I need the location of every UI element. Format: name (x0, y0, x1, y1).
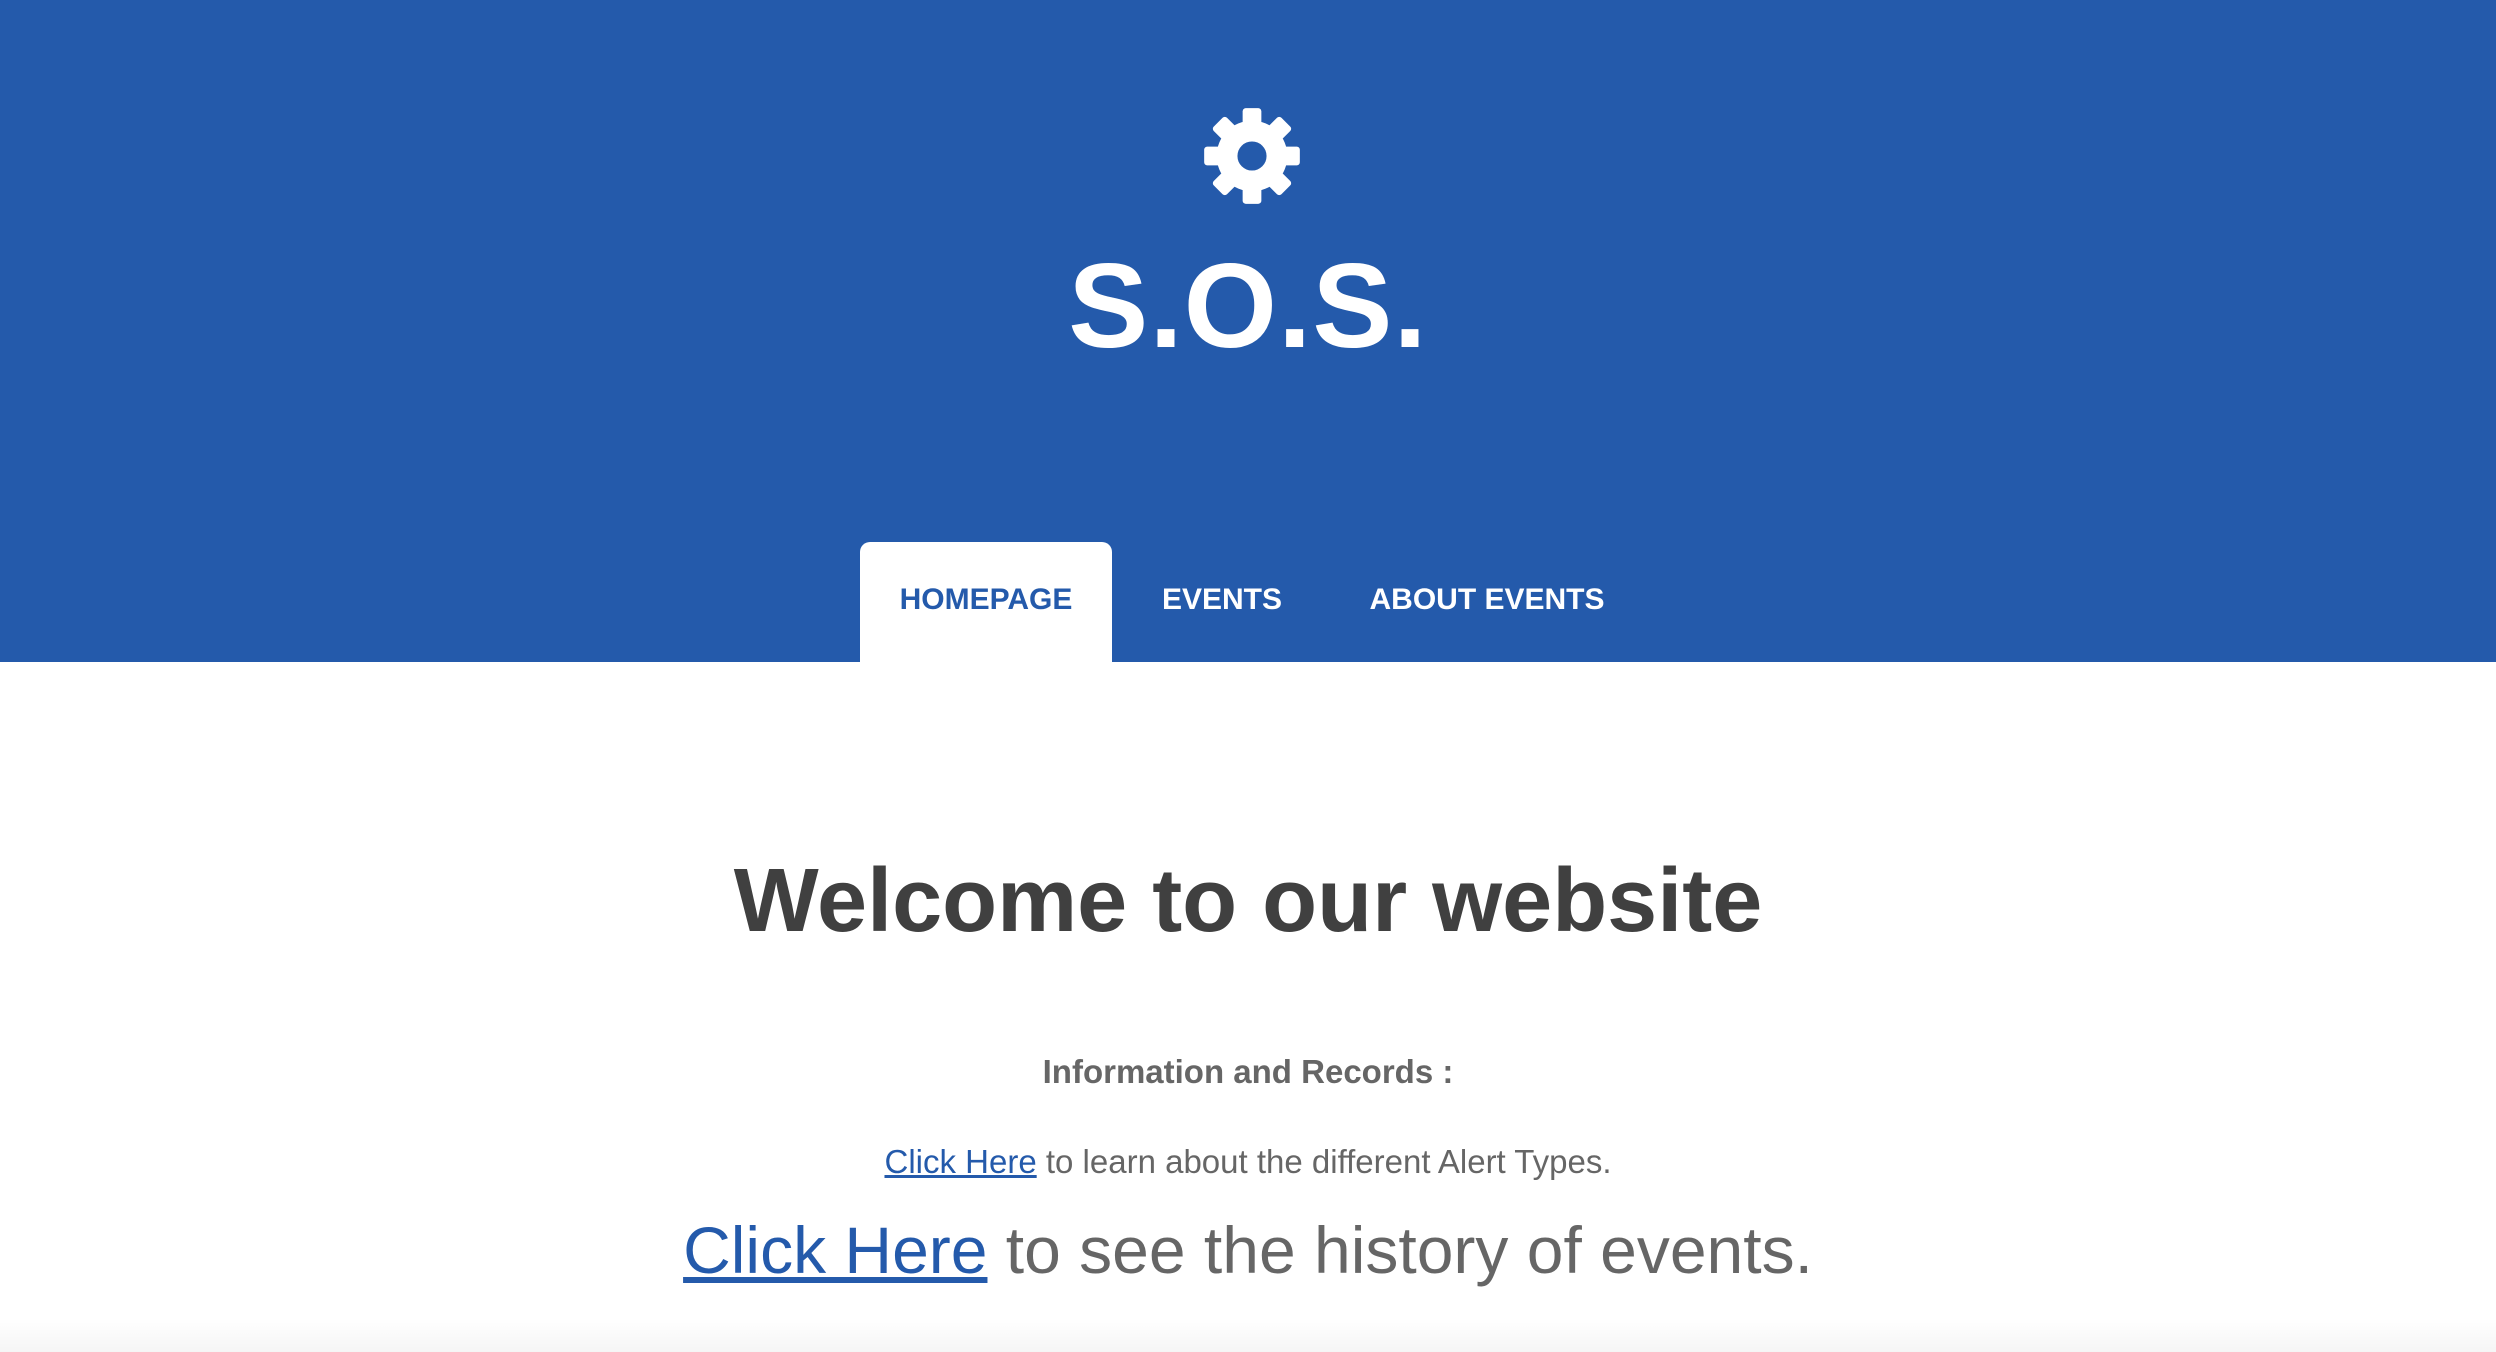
site-header: S.O.S. HOMEPAGE EVENTS ABOUT EVENTS (0, 0, 2496, 662)
bottom-fade (0, 1318, 2496, 1352)
welcome-heading: Welcome to our website (733, 851, 1763, 951)
tab-homepage[interactable]: HOMEPAGE (860, 542, 1112, 662)
alert-types-text: to learn about the different Alert Types… (1036, 1143, 1612, 1180)
history-line: Click Here to see the history of events. (0, 1210, 2496, 1290)
tab-events[interactable]: EVENTS (1134, 542, 1310, 662)
alert-types-line: Click Here to learn about the different … (0, 1140, 2496, 1184)
site-title: S.O.S. (1068, 239, 1428, 373)
gear-icon (1200, 104, 1304, 208)
info-heading: Information and Records : (1042, 1053, 1454, 1090)
main-nav: HOMEPAGE EVENTS ABOUT EVENTS (0, 542, 2496, 662)
tab-about-events[interactable]: ABOUT EVENTS (1352, 542, 1622, 662)
history-text: to see the history of events. (987, 1213, 1813, 1287)
history-link[interactable]: Click Here (683, 1213, 987, 1287)
alert-types-link[interactable]: Click Here (884, 1143, 1036, 1180)
